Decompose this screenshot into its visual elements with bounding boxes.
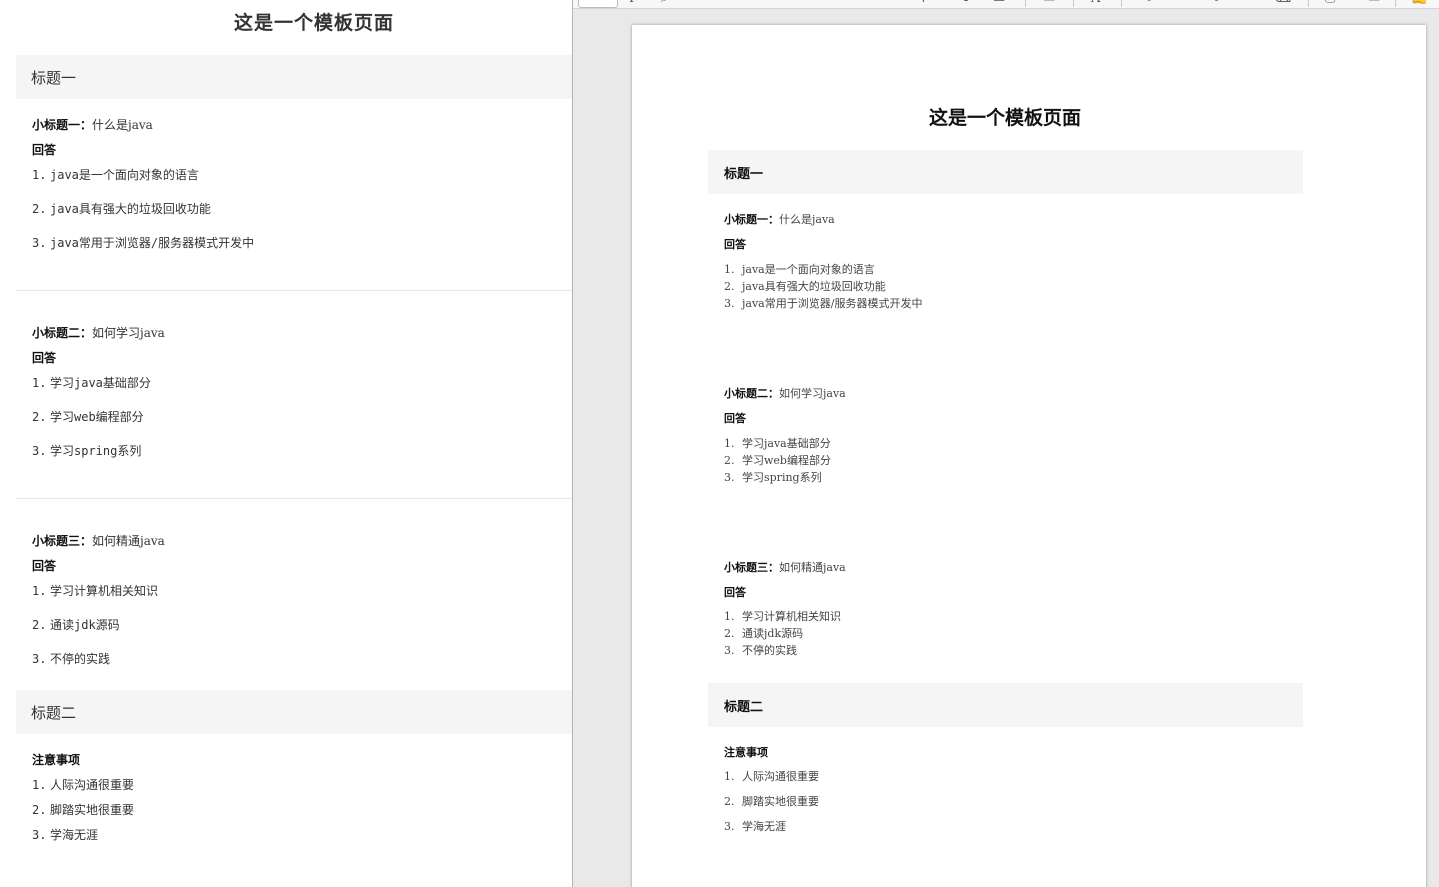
html-preview-pane: 这是一个模板页面 标题一 小标题一：什么是java 回答 1. java是一个面向… xyxy=(0,0,572,887)
section-heading-2-text: 标题二 xyxy=(31,704,77,722)
print-icon[interactable]: ⎙ xyxy=(1325,0,1335,6)
frame-icon[interactable]: ▭ xyxy=(1043,0,1055,6)
pdf-section-heading-2: 标题二 xyxy=(708,683,1303,727)
pdf-section-heading-1: 标题一 xyxy=(708,150,1303,194)
section-heading-1: 标题一 xyxy=(16,55,572,99)
arrow-icon[interactable]: ↑ xyxy=(918,0,929,6)
pdf-list-item: 3. 学习spring系列 xyxy=(724,471,822,484)
section-heading-1-text: 标题一 xyxy=(31,69,77,87)
pdf-list-item: 2. 学习web编程部分 xyxy=(724,454,831,467)
pdf-list-item: 1. 学习计算机相关知识 xyxy=(724,610,841,623)
subheading-3-label: 小标题三： xyxy=(32,534,93,548)
answer-label-3: 回答 xyxy=(32,559,57,573)
pdf-subheading-2: 小标题二：如何学习java xyxy=(724,387,846,400)
subheading-3: 小标题三：如何精通java xyxy=(32,532,165,549)
subheading-1-text: 什么是java xyxy=(92,118,153,132)
pdf-section-heading-1-text: 标题一 xyxy=(724,167,764,182)
pdf-list-item: 2. java具有强大的垃圾回收功能 xyxy=(724,280,886,293)
pdf-title: 这是一个模板页面 xyxy=(928,107,1081,129)
answer-label-2: 回答 xyxy=(32,351,57,365)
subheading-1-label: 小标题一： xyxy=(32,118,93,132)
divider xyxy=(16,290,572,291)
pdf-list-item: 1. 人际沟通很重要 xyxy=(724,770,819,783)
pdf-viewer[interactable]: Ⅰ ⌕ ↑ ↻ ▭ ▭ A ✎ ✐ ⌫ ⎙ ▭ ✍ 这是一个模板页面 标题一 小… xyxy=(572,0,1439,887)
list-item: 2. 通读jdk源码 xyxy=(32,618,120,632)
add-page-button[interactable] xyxy=(578,0,618,8)
notes-label: 注意事项 xyxy=(32,753,81,767)
list-item: 1. 学习计算机相关知识 xyxy=(32,584,159,598)
pdf-answer-label-3: 回答 xyxy=(724,586,746,599)
search-icon[interactable]: ⌕ xyxy=(661,0,668,6)
page-title: 这是一个模板页面 xyxy=(233,12,394,34)
subheading-2-text: 如何学习java xyxy=(92,326,165,340)
divider xyxy=(16,498,572,499)
pdf-subheading-3: 小标题三：如何精通java xyxy=(724,561,846,574)
pdf-page: 这是一个模板页面 标题一 小标题一：什么是java 回答 1. java是一个面向… xyxy=(632,25,1426,887)
list-item: 1. java是一个面向对象的语言 xyxy=(32,168,199,182)
crop-icon[interactable]: ▭ xyxy=(993,0,1005,6)
pdf-list-item: 3. java常用于浏览器/服务器模式开发中 xyxy=(724,297,923,310)
eraser-icon[interactable]: ⌫ xyxy=(1273,0,1291,6)
highlight-icon[interactable]: ✐ xyxy=(1213,0,1224,6)
pdf-list-item: 3. 学海无涯 xyxy=(724,820,786,833)
pdf-answer-label-1: 回答 xyxy=(724,238,746,251)
pdf-subheading-1: 小标题一：什么是java xyxy=(724,213,835,226)
subheading-2: 小标题二：如何学习java xyxy=(32,324,165,341)
list-item: 3. java常用于浏览器/服务器模式开发中 xyxy=(32,236,255,250)
pen-icon[interactable]: ✎ xyxy=(1141,0,1152,6)
list-item: 1. 人际沟通很重要 xyxy=(32,778,135,792)
list-item: 3. 学海无涯 xyxy=(32,828,99,842)
pdf-section-heading-2-text: 标题二 xyxy=(724,700,764,715)
answer-label-1: 回答 xyxy=(32,143,57,157)
pdf-notes-label: 注意事项 xyxy=(724,746,768,759)
pdf-list-item: 3. 不停的实践 xyxy=(724,644,797,657)
text-icon[interactable]: A xyxy=(1091,0,1100,6)
pdf-answer-label-2: 回答 xyxy=(724,412,746,425)
viewer-toolbar: Ⅰ ⌕ ↑ ↻ ▭ ▭ A ✎ ✐ ⌫ ⎙ ▭ ✍ xyxy=(573,0,1439,9)
section-heading-2: 标题二 xyxy=(16,690,572,734)
rotate-icon[interactable]: ↻ xyxy=(960,0,971,6)
list-item: 2. 脚踏实地很重要 xyxy=(32,803,135,817)
list-item: 2. java具有强大的垃圾回收功能 xyxy=(32,202,211,216)
pdf-list-item: 2. 脚踏实地很重要 xyxy=(724,795,819,808)
list-item: 3. 学习spring系列 xyxy=(32,444,142,458)
subheading-1: 小标题一：什么是java xyxy=(32,116,153,133)
pdf-list-item: 2. 通读jdk源码 xyxy=(724,627,804,640)
save-icon[interactable]: ▭ xyxy=(1368,0,1380,6)
list-item: 1. 学习java基础部分 xyxy=(32,376,151,390)
sign-icon[interactable]: ✍ xyxy=(1411,0,1427,6)
list-item: 2. 学习web编程部分 xyxy=(32,410,144,424)
subheading-3-text: 如何精通java xyxy=(92,534,165,548)
pdf-list-item: 1. java是一个面向对象的语言 xyxy=(724,263,875,276)
subheading-2-label: 小标题二： xyxy=(32,326,93,340)
text-cursor-icon[interactable]: Ⅰ xyxy=(629,0,634,6)
list-item: 3. 不停的实践 xyxy=(32,652,111,666)
pdf-list-item: 1. 学习java基础部分 xyxy=(724,437,831,450)
